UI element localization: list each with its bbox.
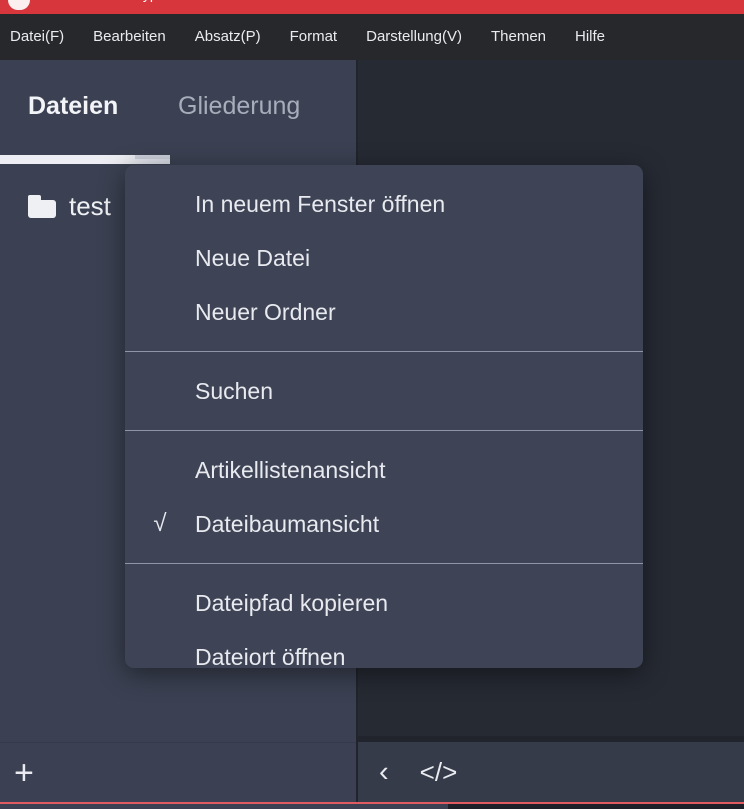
- code-icon[interactable]: </>: [420, 759, 458, 785]
- tree-item-label: test: [69, 190, 111, 221]
- app-window: typ Datei(F) Bearbeiten Absatz(P) Format…: [0, 0, 744, 809]
- menu-item-datei[interactable]: Datei(F): [10, 14, 64, 60]
- context-menu-group-4: Dateipfad kopieren Dateiort öffnen: [125, 576, 643, 669]
- app-logo-icon: [8, 0, 30, 10]
- context-menu-item-neue-datei[interactable]: Neue Datei: [125, 231, 643, 285]
- menu-item-darstellung[interactable]: Darstellung(V): [366, 14, 462, 60]
- window-bottom-right-strip: [448, 804, 744, 809]
- context-menu: In neuem Fenster öffnen Neue Datei Neuer…: [125, 165, 643, 668]
- context-menu-item-neuer-ordner[interactable]: Neuer Ordner: [125, 285, 643, 339]
- window-bottom-left-strip: [0, 804, 448, 809]
- context-menu-pad: [125, 418, 643, 430]
- context-menu-pad: [125, 551, 643, 563]
- tree-item-test[interactable]: test: [0, 186, 111, 226]
- context-menu-item-label: Dateibaumansicht: [195, 510, 380, 537]
- context-menu-group-1: In neuem Fenster öffnen Neue Datei Neuer…: [125, 177, 643, 339]
- context-menu-item-in-neuem-fenster-oeffnen[interactable]: In neuem Fenster öffnen: [125, 177, 643, 231]
- context-menu-item-dateiort-oeffnen[interactable]: Dateiort öffnen: [125, 630, 643, 669]
- menu-item-bearbeiten[interactable]: Bearbeiten: [93, 14, 166, 60]
- context-menu-item-label: In neuem Fenster öffnen: [195, 190, 446, 217]
- tab-dateien[interactable]: Dateien: [28, 92, 118, 121]
- context-menu-item-dateipfad-kopieren[interactable]: Dateipfad kopieren: [125, 576, 643, 630]
- window-title: typ: [139, 0, 158, 2]
- menu-item-absatz[interactable]: Absatz(P): [195, 14, 261, 60]
- plus-icon[interactable]: +: [14, 756, 34, 790]
- sidebar-bottom-toolbar: +: [0, 742, 356, 802]
- context-menu-item-label: Neuer Ordner: [195, 298, 336, 325]
- context-menu-group-3: Artikellistenansicht √ Dateibaumansicht: [125, 443, 643, 551]
- folder-icon: [28, 194, 56, 218]
- menu-item-themen[interactable]: Themen: [491, 14, 546, 60]
- context-menu-pad: [125, 352, 643, 364]
- context-menu-item-label: Dateiort öffnen: [195, 643, 346, 669]
- tab-active-indicator-tail: [135, 155, 170, 159]
- context-menu-pad: [125, 339, 643, 351]
- checkmark-icon: √: [153, 510, 167, 537]
- context-menu-item-dateibaumansicht[interactable]: √ Dateibaumansicht: [125, 497, 643, 551]
- context-menu-item-suchen[interactable]: Suchen: [125, 364, 643, 418]
- title-bar: typ: [0, 0, 744, 14]
- menu-item-hilfe[interactable]: Hilfe: [575, 14, 605, 60]
- context-menu-item-label: Artikellistenansicht: [195, 456, 386, 483]
- context-menu-pad: [125, 564, 643, 576]
- context-menu-item-label: Neue Datei: [195, 244, 311, 271]
- context-menu-item-artikellistenansicht[interactable]: Artikellistenansicht: [125, 443, 643, 497]
- sidebar-tabs: Dateien Gliederung: [0, 60, 356, 164]
- tab-gliederung[interactable]: Gliederung: [178, 92, 300, 121]
- menu-bar: Datei(F) Bearbeiten Absatz(P) Format Dar…: [0, 14, 744, 60]
- editor-bottom-toolbar: ‹ </>: [358, 742, 744, 802]
- context-menu-pad: [125, 431, 643, 443]
- context-menu-item-label: Suchen: [195, 377, 274, 404]
- context-menu-item-label: Dateipfad kopieren: [195, 589, 389, 616]
- menu-item-format[interactable]: Format: [290, 14, 338, 60]
- context-menu-group-2: Suchen: [125, 364, 643, 418]
- chevron-left-icon[interactable]: ‹: [379, 757, 389, 787]
- context-menu-top-padding: [125, 165, 643, 177]
